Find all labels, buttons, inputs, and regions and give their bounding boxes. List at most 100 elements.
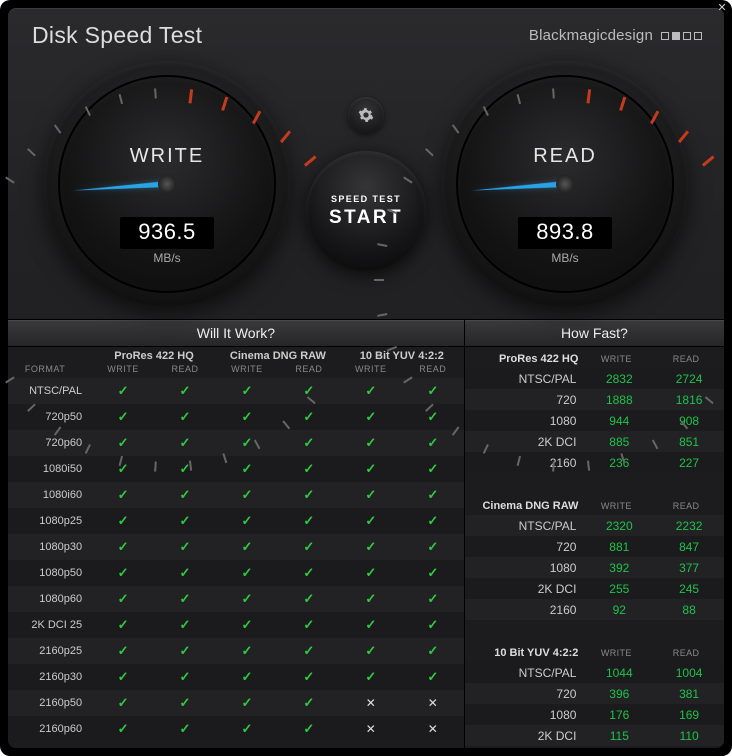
hf-read-value: 2232 bbox=[654, 515, 724, 536]
hf-read-value: 110 bbox=[654, 725, 724, 746]
app-window: ✕ Disk Speed Test Blackmagicdesign WRITE bbox=[0, 0, 732, 756]
hf-write-value: 881 bbox=[584, 536, 654, 557]
wiw-group-0: ProRes 422 HQ bbox=[92, 347, 216, 364]
start-button[interactable]: SPEED TEST START bbox=[306, 151, 426, 271]
wiw-row: 1080i60✓✓✓✓✓✓ bbox=[8, 482, 464, 508]
gear-icon bbox=[358, 107, 374, 123]
check-icon: ✓ bbox=[340, 456, 402, 482]
hf-read-value: 88 bbox=[654, 599, 724, 620]
check-icon: ✓ bbox=[154, 560, 216, 586]
wiw-row: 2160p60✓✓✓✓✕✕ bbox=[8, 716, 464, 742]
settings-button[interactable] bbox=[348, 97, 384, 133]
hf-read-value: 908 bbox=[654, 410, 724, 431]
check-icon: ✓ bbox=[216, 612, 278, 638]
hf-read-value: 169 bbox=[654, 704, 724, 725]
hf-write-value: 41 bbox=[584, 746, 654, 748]
write-gauge: WRITE 936.5 MB/s bbox=[44, 61, 290, 307]
brand-logo-icon bbox=[661, 32, 702, 40]
check-icon: ✓ bbox=[340, 404, 402, 430]
app-inner: Disk Speed Test Blackmagicdesign WRITE 9… bbox=[8, 8, 724, 748]
center-controls: SPEED TEST START bbox=[306, 97, 426, 271]
check-icon: ✓ bbox=[340, 430, 402, 456]
hf-read-value: 2724 bbox=[654, 368, 724, 389]
hf-write-value: 1888 bbox=[584, 389, 654, 410]
hf-row-label: 2160 bbox=[465, 452, 585, 473]
wiw-row: 1080p60✓✓✓✓✓✓ bbox=[8, 586, 464, 612]
wiw-row: 1080p50✓✓✓✓✓✓ bbox=[8, 560, 464, 586]
check-icon: ✓ bbox=[340, 664, 402, 690]
close-icon[interactable]: ✕ bbox=[716, 2, 728, 14]
check-icon: ✓ bbox=[402, 638, 464, 664]
check-icon: ✓ bbox=[278, 560, 340, 586]
read-gauge: READ 893.8 MB/s bbox=[442, 61, 688, 307]
check-icon: ✓ bbox=[92, 612, 154, 638]
hf-write-value: 396 bbox=[584, 683, 654, 704]
wiw-row-label: 1080i60 bbox=[8, 482, 92, 508]
check-icon: ✓ bbox=[340, 378, 402, 404]
hf-row: 21609288 bbox=[465, 599, 724, 620]
hf-row-label: 720 bbox=[465, 683, 585, 704]
wiw-row: 2K DCI 25✓✓✓✓✓✓ bbox=[8, 612, 464, 638]
check-icon: ✓ bbox=[278, 456, 340, 482]
check-icon: ✓ bbox=[92, 664, 154, 690]
check-icon: ✓ bbox=[340, 612, 402, 638]
check-icon: ✓ bbox=[402, 534, 464, 560]
gauges-row: WRITE 936.5 MB/s SPEED TEST START bbox=[8, 55, 724, 319]
check-icon: ✓ bbox=[92, 690, 154, 716]
check-icon: ✓ bbox=[154, 664, 216, 690]
check-icon: ✓ bbox=[154, 534, 216, 560]
check-icon: ✓ bbox=[340, 586, 402, 612]
hf-table: ProRes 422 HQWRITEREADNTSC/PAL2832272472… bbox=[465, 347, 724, 748]
check-icon: ✓ bbox=[216, 664, 278, 690]
check-icon: ✓ bbox=[216, 638, 278, 664]
wiw-row-label: 2160p50 bbox=[8, 690, 92, 716]
wiw-row-label: 1080p30 bbox=[8, 534, 92, 560]
brand: Blackmagicdesign bbox=[529, 27, 702, 44]
check-icon: ✓ bbox=[154, 638, 216, 664]
start-small-label: SPEED TEST bbox=[331, 194, 401, 204]
hf-header: How Fast? bbox=[465, 320, 724, 347]
hf-row: 720881847 bbox=[465, 536, 724, 557]
hf-row: 2K DCI885851 bbox=[465, 431, 724, 452]
wiw-row-label: 2K DCI 25 bbox=[8, 612, 92, 638]
check-icon: ✓ bbox=[402, 560, 464, 586]
hf-write-value: 2320 bbox=[584, 515, 654, 536]
read-gauge-label: READ bbox=[456, 145, 674, 168]
check-icon: ✓ bbox=[340, 508, 402, 534]
write-readout: 936.5 MB/s bbox=[120, 217, 214, 265]
check-icon: ✓ bbox=[154, 508, 216, 534]
hf-group-header: Cinema DNG RAWWRITEREAD bbox=[465, 494, 724, 515]
check-icon: ✓ bbox=[340, 534, 402, 560]
check-icon: ✓ bbox=[92, 508, 154, 534]
app-title: Disk Speed Test bbox=[32, 22, 202, 49]
wiw-row-label: 720p50 bbox=[8, 404, 92, 430]
check-icon: ✓ bbox=[92, 404, 154, 430]
wiw-table: ProRes 422 HQ Cinema DNG RAW 10 Bit YUV … bbox=[8, 347, 464, 742]
check-icon: ✓ bbox=[154, 716, 216, 742]
check-icon: ✓ bbox=[278, 612, 340, 638]
hf-row-label: 1080 bbox=[465, 704, 585, 725]
check-icon: ✓ bbox=[402, 612, 464, 638]
check-icon: ✓ bbox=[92, 482, 154, 508]
hf-read-value: 377 bbox=[654, 557, 724, 578]
hf-row: 72018881816 bbox=[465, 389, 724, 410]
wiw-row-label: 1080p25 bbox=[8, 508, 92, 534]
check-icon: ✓ bbox=[402, 404, 464, 430]
wiw-row: 1080i50✓✓✓✓✓✓ bbox=[8, 456, 464, 482]
wiw-row: 720p50✓✓✓✓✓✓ bbox=[8, 404, 464, 430]
wiw-row: NTSC/PAL✓✓✓✓✓✓ bbox=[8, 378, 464, 404]
hf-row: NTSC/PAL28322724 bbox=[465, 368, 724, 389]
check-icon: ✓ bbox=[154, 690, 216, 716]
check-icon: ✓ bbox=[92, 716, 154, 742]
wiw-row: 720p60✓✓✓✓✓✓ bbox=[8, 430, 464, 456]
write-gauge-label: WRITE bbox=[58, 145, 276, 168]
check-icon: ✓ bbox=[402, 482, 464, 508]
check-icon: ✓ bbox=[402, 586, 464, 612]
hf-write-value: 92 bbox=[584, 599, 654, 620]
hf-read-value: 40 bbox=[654, 746, 724, 748]
cross-icon: ✕ bbox=[402, 716, 464, 742]
hf-row-label: 1080 bbox=[465, 410, 585, 431]
check-icon: ✓ bbox=[216, 690, 278, 716]
wiw-group-1: Cinema DNG RAW bbox=[216, 347, 340, 364]
hf-group-name: 10 Bit YUV 4:2:2 bbox=[465, 641, 585, 662]
